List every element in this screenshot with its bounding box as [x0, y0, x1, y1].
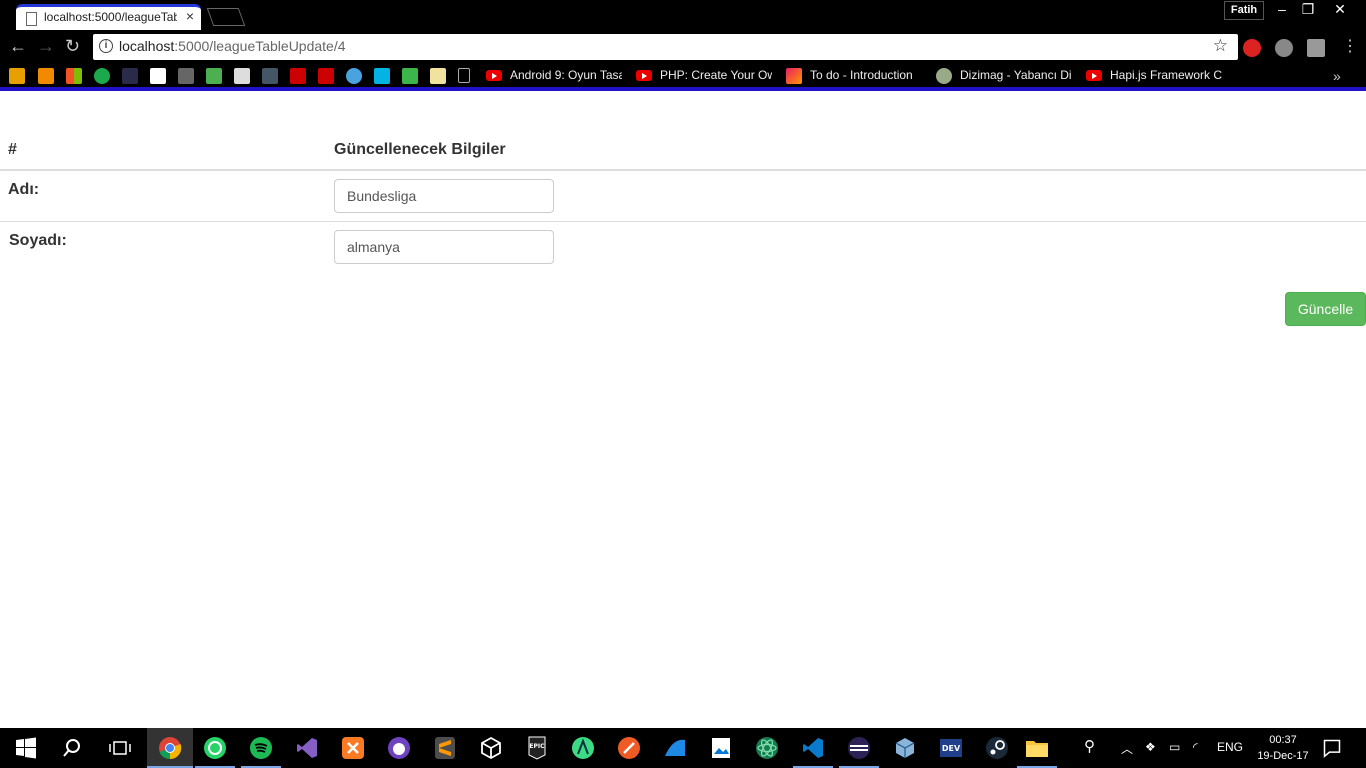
- unity-icon[interactable]: [479, 736, 503, 760]
- atom-icon[interactable]: [755, 736, 779, 760]
- row-divider: [0, 221, 1366, 222]
- itu-icon[interactable]: [9, 68, 25, 84]
- wifi-icon[interactable]: ◜: [1193, 740, 1198, 754]
- url-text: localhost:5000/leagueTableUpdate/4: [119, 38, 346, 54]
- devcpp-icon[interactable]: DEV: [939, 736, 963, 760]
- name-label: Adı:: [8, 181, 40, 198]
- mit-icon[interactable]: [290, 68, 306, 84]
- steam-icon[interactable]: [985, 736, 1009, 760]
- reload-icon[interactable]: ↻: [65, 36, 80, 57]
- date-text: 19-Dec-17: [1257, 750, 1309, 762]
- info-icon[interactable]: i: [99, 39, 113, 53]
- udacity-icon[interactable]: [374, 68, 390, 84]
- search-icon[interactable]: [60, 736, 84, 760]
- vscode-icon[interactable]: [801, 736, 825, 760]
- postman-icon[interactable]: [617, 736, 641, 760]
- u-green-icon[interactable]: [402, 68, 418, 84]
- address-bar[interactable]: i localhost:5000/leagueTableUpdate/4 ☆: [93, 34, 1238, 60]
- bookmark-item[interactable]: Dizimag - Yabancı Di: [936, 68, 1076, 84]
- time-text: 00:37: [1269, 734, 1297, 746]
- svg-text:EPIC: EPIC: [529, 743, 545, 750]
- menu-icon[interactable]: ⋮: [1342, 36, 1358, 56]
- clock[interactable]: 00:37 19-Dec-17: [1255, 732, 1311, 764]
- windows-start-icon[interactable]: [14, 736, 38, 760]
- browser-tab[interactable]: localhost:5000/leagueTable... ×: [16, 4, 201, 30]
- puzzle-icon[interactable]: [234, 68, 250, 84]
- chart-icon[interactable]: [150, 68, 166, 84]
- virtualbox-icon[interactable]: [893, 736, 917, 760]
- task-view-icon[interactable]: [108, 736, 132, 760]
- bookmark-item[interactable]: Hapi.js Framework Cr: [1086, 68, 1226, 84]
- pdf-icon[interactable]: [1307, 39, 1325, 57]
- g-icon[interactable]: [430, 68, 446, 84]
- xampp-icon[interactable]: [341, 736, 365, 760]
- chrome-icon[interactable]: [158, 736, 182, 760]
- bookmarks-bar: Android 9: Oyun Tasa PHP: Create Your Ow…: [0, 64, 1366, 88]
- youtube-icon: [486, 70, 502, 81]
- dropbox-icon[interactable]: ❖: [1145, 740, 1156, 754]
- name-input[interactable]: [334, 179, 554, 213]
- bookmark-item[interactable]: PHP: Create Your Own: [636, 68, 776, 84]
- whatsapp-icon[interactable]: [203, 736, 227, 760]
- ad-icon[interactable]: [318, 68, 334, 84]
- profile-button[interactable]: Fatih: [1224, 1, 1264, 20]
- cc-icon[interactable]: [178, 68, 194, 84]
- bookmark-star-icon[interactable]: ☆: [1213, 36, 1228, 56]
- header-hash: #: [8, 141, 17, 158]
- arrow-icon[interactable]: [262, 68, 278, 84]
- h-green-icon[interactable]: [94, 68, 110, 84]
- digitalocean-icon[interactable]: [663, 736, 687, 760]
- file-explorer-icon[interactable]: [1025, 736, 1049, 760]
- header-info: Güncellenecek Bilgiler: [334, 141, 506, 158]
- browser-toolbar: ← → ↻ i localhost:5000/leagueTableUpdate…: [0, 30, 1366, 64]
- w3-icon[interactable]: [206, 68, 222, 84]
- windows-icon[interactable]: [66, 68, 82, 84]
- title-bar: localhost:5000/leagueTable... × Fatih – …: [0, 0, 1366, 30]
- chevron-up-icon[interactable]: ︿: [1121, 740, 1133, 757]
- page-content: # Güncellenecek Bilgiler Adı: Soyadı: Gü…: [0, 91, 1366, 728]
- github-desktop-icon[interactable]: [387, 736, 411, 760]
- bookmark-item[interactable]: Android 9: Oyun Tasa: [486, 68, 626, 84]
- infinity-icon[interactable]: [346, 68, 362, 84]
- surname-label: Soyadı:: [9, 232, 67, 249]
- update-button[interactable]: Güncelle: [1285, 292, 1366, 326]
- todo-icon: [786, 68, 802, 84]
- globe-icon[interactable]: [1275, 39, 1293, 57]
- n-icon[interactable]: [38, 68, 54, 84]
- close-tab-icon[interactable]: ×: [186, 8, 194, 24]
- people-icon[interactable]: ⚲: [1084, 737, 1095, 755]
- bookmark-item[interactable]: To do - Introduction: [786, 68, 926, 84]
- youtube-icon: [1086, 70, 1102, 81]
- taskbar: EPIC DEV ⚲ ︿ ❖ ▭ ◜ ENG 00:37 19-Dec-17: [0, 728, 1366, 768]
- epic-games-icon[interactable]: EPIC: [525, 736, 549, 760]
- youtube-icon: [636, 70, 652, 81]
- language-indicator[interactable]: ENG: [1217, 740, 1243, 754]
- forward-arrow-icon[interactable]: →: [37, 36, 55, 57]
- eclipse-icon[interactable]: [847, 736, 871, 760]
- spotify-icon[interactable]: [249, 736, 273, 760]
- surname-input[interactable]: [334, 230, 554, 264]
- restore-icon[interactable]: ❐: [1294, 0, 1322, 18]
- notification-icon[interactable]: [1322, 738, 1342, 758]
- photos-icon[interactable]: [709, 736, 733, 760]
- more-bookmarks-icon[interactable]: »: [1333, 68, 1341, 84]
- tab-title: localhost:5000/leagueTable...: [44, 10, 177, 24]
- page-icon: [26, 12, 37, 26]
- page-icon[interactable]: [458, 68, 470, 83]
- minimize-icon[interactable]: –: [1268, 0, 1296, 18]
- dizimag-icon: [936, 68, 952, 84]
- android-studio-icon[interactable]: [571, 736, 595, 760]
- close-window-icon[interactable]: ✕: [1326, 0, 1354, 18]
- visual-studio-icon[interactable]: [295, 736, 319, 760]
- adblock-icon[interactable]: [1243, 39, 1261, 57]
- battery-icon[interactable]: ▭: [1169, 740, 1180, 754]
- sublime-icon[interactable]: [433, 736, 457, 760]
- back-arrow-icon[interactable]: ←: [9, 36, 27, 57]
- h-blue-icon[interactable]: [122, 68, 138, 84]
- header-divider: [0, 169, 1366, 171]
- new-tab-button[interactable]: [206, 8, 246, 26]
- svg-text:DEV: DEV: [942, 744, 961, 753]
